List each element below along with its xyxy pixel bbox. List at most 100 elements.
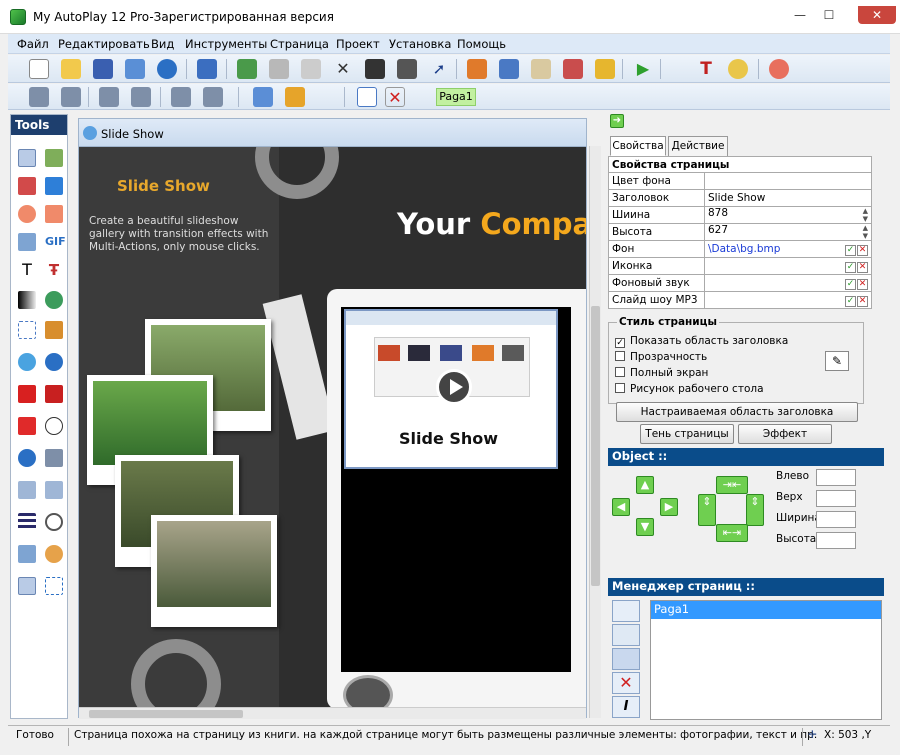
move-up-icon[interactable]: ▲ — [636, 476, 654, 494]
menu-project[interactable]: Проект — [336, 37, 380, 51]
transition-effect-button[interactable]: Эффект перехода — [738, 424, 832, 458]
prop-sound-value[interactable]: ✓ ✕ — [704, 274, 872, 292]
comment-icon[interactable] — [728, 59, 748, 79]
tab-action[interactable]: Действие — [668, 136, 728, 156]
confirm-icon[interactable]: ✓ — [845, 278, 856, 290]
open-icon[interactable] — [61, 59, 81, 79]
prop-icon-value[interactable]: ✓ ✕ — [704, 257, 872, 275]
horizontal-scroll-thumb[interactable] — [89, 710, 243, 718]
window-icon[interactable] — [499, 59, 519, 79]
save-icon[interactable] — [93, 59, 113, 79]
bring-front-icon[interactable] — [365, 59, 385, 79]
new-icon[interactable] — [29, 59, 49, 79]
ellipse-tool-icon[interactable] — [18, 205, 36, 223]
tools-icon[interactable] — [563, 59, 583, 79]
new-page-icon[interactable] — [357, 87, 377, 107]
send-back-icon[interactable] — [397, 59, 417, 79]
menu-tool-icon[interactable] — [18, 545, 36, 563]
field-left-input[interactable] — [816, 469, 856, 486]
textbox-tool-icon[interactable] — [18, 481, 36, 499]
windows-tool-icon[interactable] — [45, 177, 63, 195]
option-show-header[interactable]: ✓ Показать область заголовка — [615, 335, 788, 348]
option-transparency[interactable]: Прозрачность — [615, 351, 707, 363]
clear-icon[interactable]: ✕ — [857, 244, 868, 256]
publish-icon[interactable] — [125, 59, 145, 79]
prop-title-value[interactable]: Slide Show — [704, 189, 872, 207]
headline[interactable]: Your Compa — [397, 207, 586, 241]
close-button[interactable]: ✕ — [858, 6, 896, 24]
prop-width-value[interactable]: 878 ▲ ▼ — [704, 206, 872, 224]
gif-tool-icon[interactable]: GIF — [45, 233, 66, 251]
field-height-input[interactable] — [816, 532, 856, 549]
shrink-width-icon[interactable]: ⇥⇤ — [716, 476, 748, 494]
import-page-icon[interactable] — [612, 624, 640, 646]
field-top-input[interactable] — [816, 490, 856, 507]
prop-mp3-value[interactable]: ✓ ✕ — [704, 291, 872, 309]
panel-description[interactable]: Create a beautiful slideshow gallery wit… — [89, 215, 274, 254]
people-icon[interactable] — [237, 59, 257, 79]
vertical-scroll-thumb[interactable] — [591, 306, 600, 586]
prop-bgcolor-value[interactable] — [704, 172, 872, 190]
clear-icon[interactable]: ✕ — [857, 295, 868, 307]
delete-page-icon[interactable]: ✕ — [385, 87, 405, 107]
pie-tool-icon[interactable] — [45, 545, 63, 563]
move-right-icon[interactable]: ▶ — [660, 498, 678, 516]
confirm-icon[interactable]: ✓ — [845, 244, 856, 256]
menu-page[interactable]: Страница — [270, 37, 329, 51]
move-left-icon[interactable]: ◀ — [612, 498, 630, 516]
page-tab-paga1[interactable]: Paga1 — [436, 88, 476, 106]
grow-height-icon[interactable]: ⇕ — [746, 494, 764, 526]
panel-title[interactable]: Slide Show — [117, 177, 210, 195]
align-top-icon[interactable] — [99, 87, 119, 107]
height-spinner-icon[interactable]: ▲ ▼ — [863, 224, 868, 240]
horizontal-scrollbar[interactable] — [79, 707, 586, 719]
align-middle-icon[interactable] — [131, 87, 151, 107]
collapse-arrow-icon[interactable]: ➜ — [610, 114, 624, 128]
combobox-tool-icon[interactable] — [45, 481, 63, 499]
checkbox-icon[interactable] — [615, 351, 625, 361]
add-page-icon[interactable] — [612, 600, 640, 622]
vertical-scrollbar[interactable] — [589, 146, 601, 718]
maximize-button[interactable]: ☐ — [815, 6, 843, 24]
page-canvas[interactable]: Slide Show Create a beautiful slideshow … — [79, 147, 586, 707]
page-shadow-button[interactable]: Тень страницы — [640, 424, 734, 444]
tab-properties[interactable]: Свойства — [610, 136, 666, 156]
crop-tool-icon[interactable] — [18, 321, 36, 339]
rename-page-icon[interactable]: I — [612, 696, 640, 718]
clear-icon[interactable]: ✕ — [857, 278, 868, 290]
delete-page-list-icon[interactable]: ✕ — [612, 672, 640, 694]
menu-view[interactable]: Вид — [151, 37, 174, 51]
photo-crane[interactable] — [151, 515, 277, 627]
undo-icon[interactable] — [197, 59, 217, 79]
minimize-button[interactable]: — — [786, 6, 814, 24]
frame-tool-icon[interactable] — [18, 577, 36, 595]
select-area-tool-icon[interactable] — [45, 577, 63, 595]
menu-help[interactable]: Помощь — [457, 37, 506, 51]
web-icon[interactable] — [157, 59, 177, 79]
align-left-icon[interactable] — [29, 87, 49, 107]
gallery-tool-icon[interactable] — [18, 177, 36, 195]
prop-bg-value[interactable]: \Data\bg.bmp ✓ ✕ — [704, 240, 872, 258]
copy-icon[interactable] — [269, 59, 289, 79]
richtext-tool-icon[interactable]: Ŧ — [45, 261, 63, 279]
move-down-icon[interactable]: ▼ — [636, 518, 654, 536]
grow-width-icon[interactable]: ⇤⇥ — [716, 524, 748, 542]
menu-tools[interactable]: Инструменты — [185, 37, 267, 51]
eyedropper-icon[interactable]: ✎ — [825, 351, 849, 371]
lock-icon[interactable] — [595, 59, 615, 79]
ie-tool-icon[interactable] — [18, 449, 36, 467]
shapes-tool-icon[interactable] — [45, 321, 63, 339]
option-desktop-image[interactable]: Рисунок рабочего стола — [615, 383, 764, 395]
font-tool-icon[interactable] — [45, 449, 63, 467]
grid-icon[interactable] — [253, 87, 273, 107]
pencil-icon[interactable] — [531, 59, 551, 79]
play-button[interactable] — [436, 369, 472, 405]
text-tool-icon[interactable]: T — [18, 261, 36, 279]
play-icon[interactable]: ▶ — [633, 59, 653, 79]
menu-edit[interactable]: Редактировать — [58, 37, 150, 51]
width-spinner-icon[interactable]: ▲ ▼ — [863, 207, 868, 223]
rewind-button[interactable] — [343, 675, 393, 707]
home-icon[interactable] — [467, 59, 487, 79]
same-width-icon[interactable] — [171, 87, 191, 107]
timer-tool-icon[interactable] — [45, 513, 63, 531]
